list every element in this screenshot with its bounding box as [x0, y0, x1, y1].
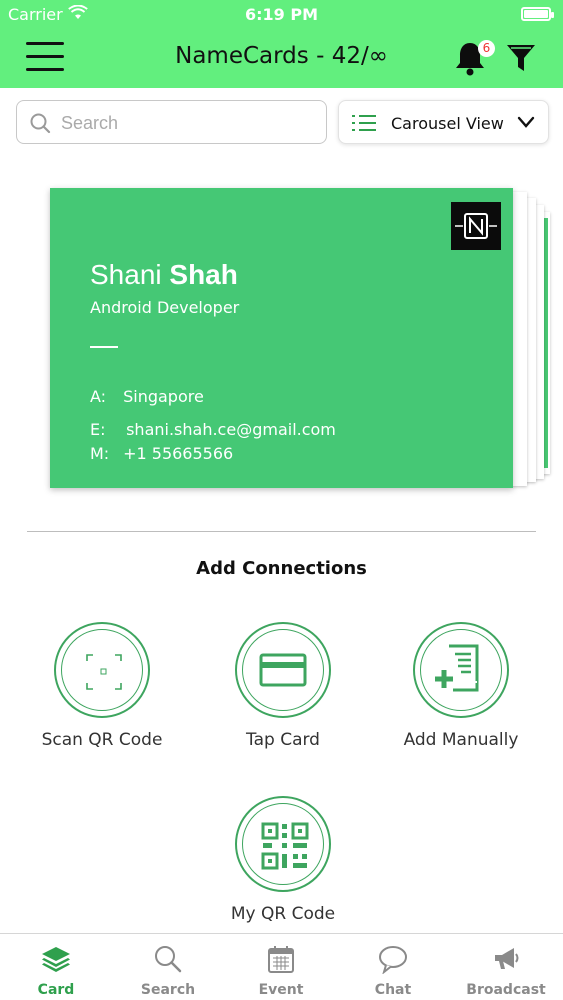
tab-broadcast[interactable]: Broadcast [450, 934, 562, 1000]
my-qr-code-button[interactable]: My QR Code [193, 796, 373, 924]
card-mobile-key: M: [90, 444, 110, 463]
calendar-icon [268, 946, 294, 973]
search-input[interactable] [61, 109, 311, 137]
stacked-card[interactable] [511, 192, 527, 486]
tab-chat[interactable]: Chat [337, 934, 449, 1000]
card-stack-icon [42, 947, 70, 972]
tab-chat-label: Chat [374, 982, 412, 998]
card-divider [90, 346, 118, 348]
card-email: shani.shah.ce@gmail.com [126, 420, 336, 439]
business-card[interactable]: Shani Shah Android Developer A: Singapor… [50, 188, 513, 488]
add-manually-circle [413, 622, 509, 718]
card-address: Singapore [123, 387, 204, 406]
tap-card-button[interactable]: Tap Card [193, 622, 373, 750]
megaphone-icon [495, 948, 519, 969]
view-mode-dropdown[interactable]: Carousel View [338, 100, 549, 144]
card-full-name: Shani Shah [90, 259, 238, 291]
battery-icon [521, 7, 554, 21]
card-icon [259, 653, 307, 687]
card-last-name: Shah [169, 259, 238, 290]
add-manually-button[interactable]: Add Manually [371, 622, 551, 750]
search-icon [30, 113, 51, 134]
add-document-icon [435, 644, 479, 692]
add-manually-label: Add Manually [403, 730, 519, 750]
tab-card[interactable]: Card [0, 934, 112, 1000]
card-address-row: A: Singapore [90, 387, 204, 406]
filter-icon[interactable] [505, 42, 537, 74]
tap-card-circle [235, 622, 331, 718]
status-bar: Carrier 6:19 PM [0, 0, 563, 28]
card-first-name: Shani [90, 259, 162, 290]
my-qr-code-label: My QR Code [230, 904, 336, 924]
status-time: 6:19 PM [244, 5, 318, 24]
card-email-row: E: shani.shah.ce@gmail.com [90, 420, 336, 439]
bottom-tab-bar: Card Search Event Chat Broadcast [0, 933, 563, 1000]
tab-broadcast-label: Broadcast [466, 982, 546, 998]
qr-code-icon [261, 822, 309, 870]
chevron-down-icon [517, 116, 535, 128]
section-title: Add Connections [196, 558, 367, 579]
tab-search[interactable]: Search [112, 934, 224, 1000]
view-mode-label: Carousel View [391, 114, 504, 133]
scan-qr-icon [86, 654, 122, 690]
notification-badge: 6 [478, 40, 495, 57]
nfc-logo-icon [451, 202, 501, 250]
list-icon [352, 115, 376, 131]
tab-event-label: Event [258, 982, 304, 998]
card-mobile-row: M: +1 55665566 [90, 444, 233, 463]
scan-qr-label: Scan QR Code [41, 730, 163, 750]
top-bar: Carrier 6:19 PM NameCards - 42/∞ 6 [0, 0, 563, 88]
section-divider [27, 531, 536, 532]
tab-event[interactable]: Event [225, 934, 337, 1000]
nav-row: NameCards - 42/∞ 6 [0, 30, 563, 86]
card-email-key: E: [90, 420, 106, 439]
tap-card-label: Tap Card [246, 730, 320, 750]
scan-qr-circle [54, 622, 150, 718]
chat-bubble-icon [379, 946, 407, 974]
tab-search-label: Search [140, 982, 196, 998]
search-icon [155, 946, 182, 973]
my-qr-circle [235, 796, 331, 892]
card-address-key: A: [90, 387, 107, 406]
card-job-title: Android Developer [90, 298, 240, 317]
card-mobile: +1 55665566 [123, 444, 234, 463]
search-field[interactable] [16, 100, 327, 144]
stacked-card-edge [544, 218, 548, 468]
tab-card-label: Card [37, 982, 75, 998]
scan-qr-code-button[interactable]: Scan QR Code [12, 622, 192, 750]
